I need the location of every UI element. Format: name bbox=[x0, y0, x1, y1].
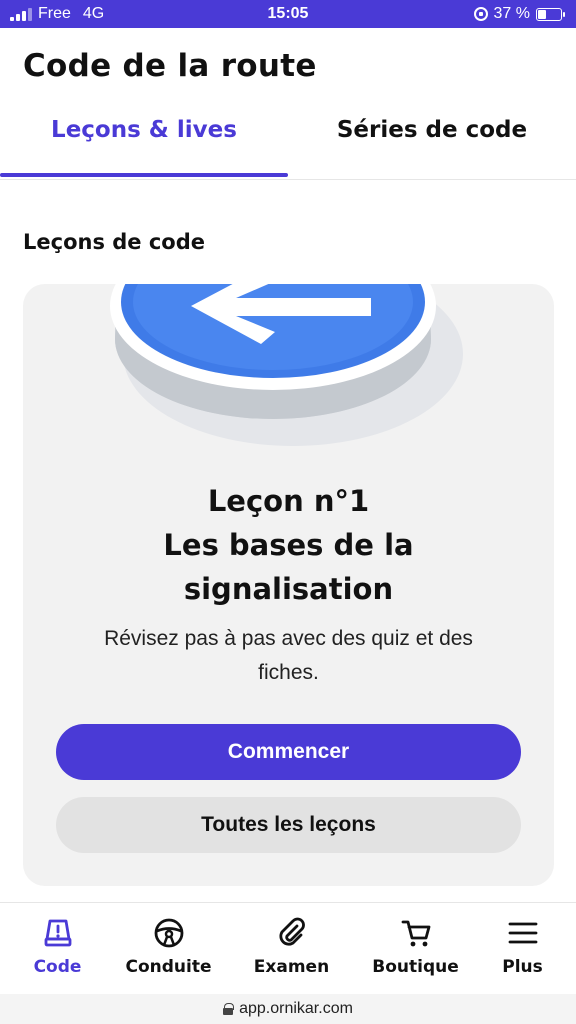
lesson-name-line2: signalisation bbox=[183, 572, 394, 606]
nav-label-examen: Examen bbox=[253, 957, 330, 977]
menu-icon bbox=[508, 922, 537, 944]
lock-icon bbox=[223, 1003, 235, 1015]
steering-wheel-icon bbox=[154, 918, 183, 948]
tab-bar: Leçons & lives Séries de code bbox=[0, 100, 576, 180]
nav-item-conduite[interactable]: Conduite bbox=[111, 917, 226, 977]
battery-percent: 37 % bbox=[493, 5, 530, 22]
nav-label-code: Code bbox=[33, 957, 82, 977]
lesson-name-line1: Les bases de la bbox=[163, 528, 414, 562]
status-right: 37 % bbox=[473, 5, 565, 23]
bottom-nav: Code Conduite Examen Boutique Plus bbox=[0, 902, 576, 994]
url-text: app.ornikar.com bbox=[239, 1000, 353, 1017]
start-lesson-button[interactable]: Commencer bbox=[56, 724, 521, 780]
tab-lessons-lives[interactable]: Leçons & lives bbox=[0, 100, 288, 180]
status-bar: Free 4G 15:05 37 % bbox=[0, 0, 576, 28]
page-title: Code de la route bbox=[23, 48, 317, 84]
nav-item-boutique[interactable]: Boutique bbox=[358, 917, 473, 977]
nav-label-conduite: Conduite bbox=[125, 957, 212, 977]
nav-label-boutique: Boutique bbox=[372, 957, 459, 977]
lesson-title: Leçon n°1 Les bases de la signalisation bbox=[23, 479, 554, 611]
road-sign-illustration bbox=[110, 284, 463, 446]
cart-icon bbox=[401, 920, 430, 947]
nav-label-plus: Plus bbox=[502, 957, 543, 977]
lesson-description: Révisez pas à pas avec des quiz et des f… bbox=[104, 627, 473, 684]
paperclip-icon bbox=[278, 917, 305, 946]
lesson-number: Leçon n°1 bbox=[207, 484, 370, 518]
active-tab-indicator bbox=[0, 173, 288, 177]
browser-url-bar[interactable]: app.ornikar.com bbox=[0, 994, 576, 1024]
orientation-lock-icon bbox=[473, 7, 488, 21]
section-title: Leçons de code bbox=[23, 230, 205, 254]
nav-item-examen[interactable]: Examen bbox=[234, 917, 349, 977]
lesson-card: Leçon n°1 Les bases de la signalisation … bbox=[23, 284, 554, 886]
battery-icon bbox=[536, 7, 565, 21]
nav-item-code[interactable]: Code bbox=[0, 917, 115, 977]
all-lessons-button[interactable]: Toutes les leçons bbox=[56, 797, 521, 853]
tab-series-code[interactable]: Séries de code bbox=[288, 100, 576, 180]
code-warning-icon bbox=[44, 919, 71, 947]
nav-item-plus[interactable]: Plus bbox=[465, 917, 576, 977]
